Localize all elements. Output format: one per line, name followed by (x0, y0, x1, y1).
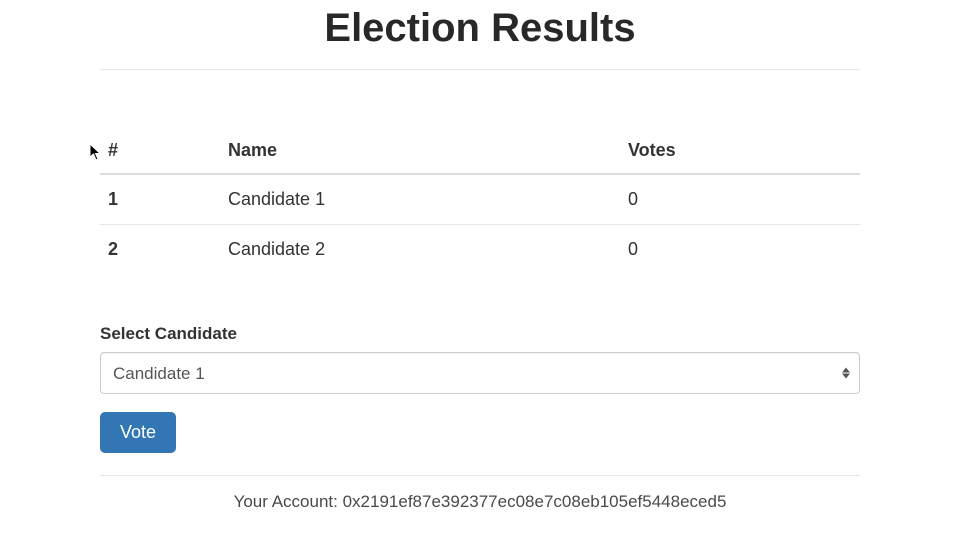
cell-num: 1 (100, 174, 220, 225)
page-title: Election Results (100, 6, 860, 51)
account-label: Your Account: (234, 492, 343, 511)
results-table: # Name Votes 1 Candidate 1 0 2 Candidate… (100, 130, 860, 274)
candidate-select[interactable]: Candidate 1 (100, 352, 860, 394)
vote-button[interactable]: Vote (100, 412, 176, 453)
cell-num: 2 (100, 225, 220, 275)
cell-votes: 0 (620, 225, 860, 275)
table-row: 2 Candidate 2 0 (100, 225, 860, 275)
col-header-votes: Votes (620, 130, 860, 174)
cell-name: Candidate 1 (220, 174, 620, 225)
account-value: 0x2191ef87e392377ec08e7c08eb105ef5448ece… (343, 492, 727, 511)
table-row: 1 Candidate 1 0 (100, 174, 860, 225)
select-candidate-label: Select Candidate (100, 324, 860, 344)
cell-votes: 0 (620, 174, 860, 225)
col-header-name: Name (220, 130, 620, 174)
cell-name: Candidate 2 (220, 225, 620, 275)
account-info: Your Account: 0x2191ef87e392377ec08e7c08… (100, 492, 860, 512)
col-header-num: # (100, 130, 220, 174)
divider-bottom (100, 475, 860, 476)
